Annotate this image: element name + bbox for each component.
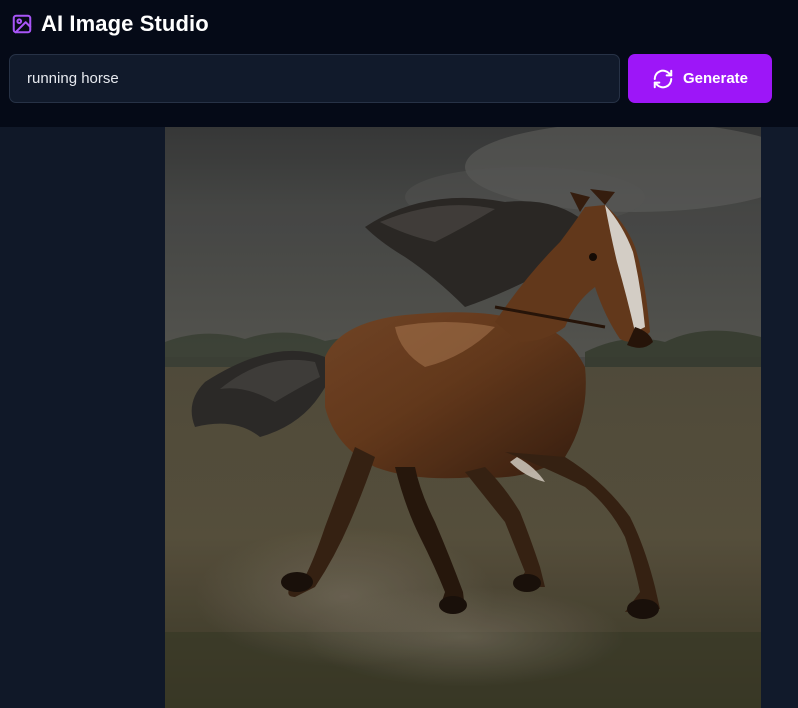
title-row: AI Image Studio xyxy=(11,10,209,38)
prompt-field-wrapper[interactable] xyxy=(9,54,620,103)
image-icon xyxy=(11,13,33,35)
prompt-input[interactable] xyxy=(27,55,619,102)
right-gutter xyxy=(761,127,798,708)
generate-button[interactable]: Generate xyxy=(628,54,772,103)
content-area xyxy=(0,127,798,708)
horse-painting xyxy=(165,127,761,708)
generated-image xyxy=(165,127,761,708)
app-root: AI Image Studio Generate xyxy=(0,0,798,708)
refresh-icon xyxy=(652,68,674,90)
header: AI Image Studio Generate xyxy=(0,0,798,127)
generate-button-label: Generate xyxy=(682,70,749,87)
app-title: AI Image Studio xyxy=(41,11,209,36)
